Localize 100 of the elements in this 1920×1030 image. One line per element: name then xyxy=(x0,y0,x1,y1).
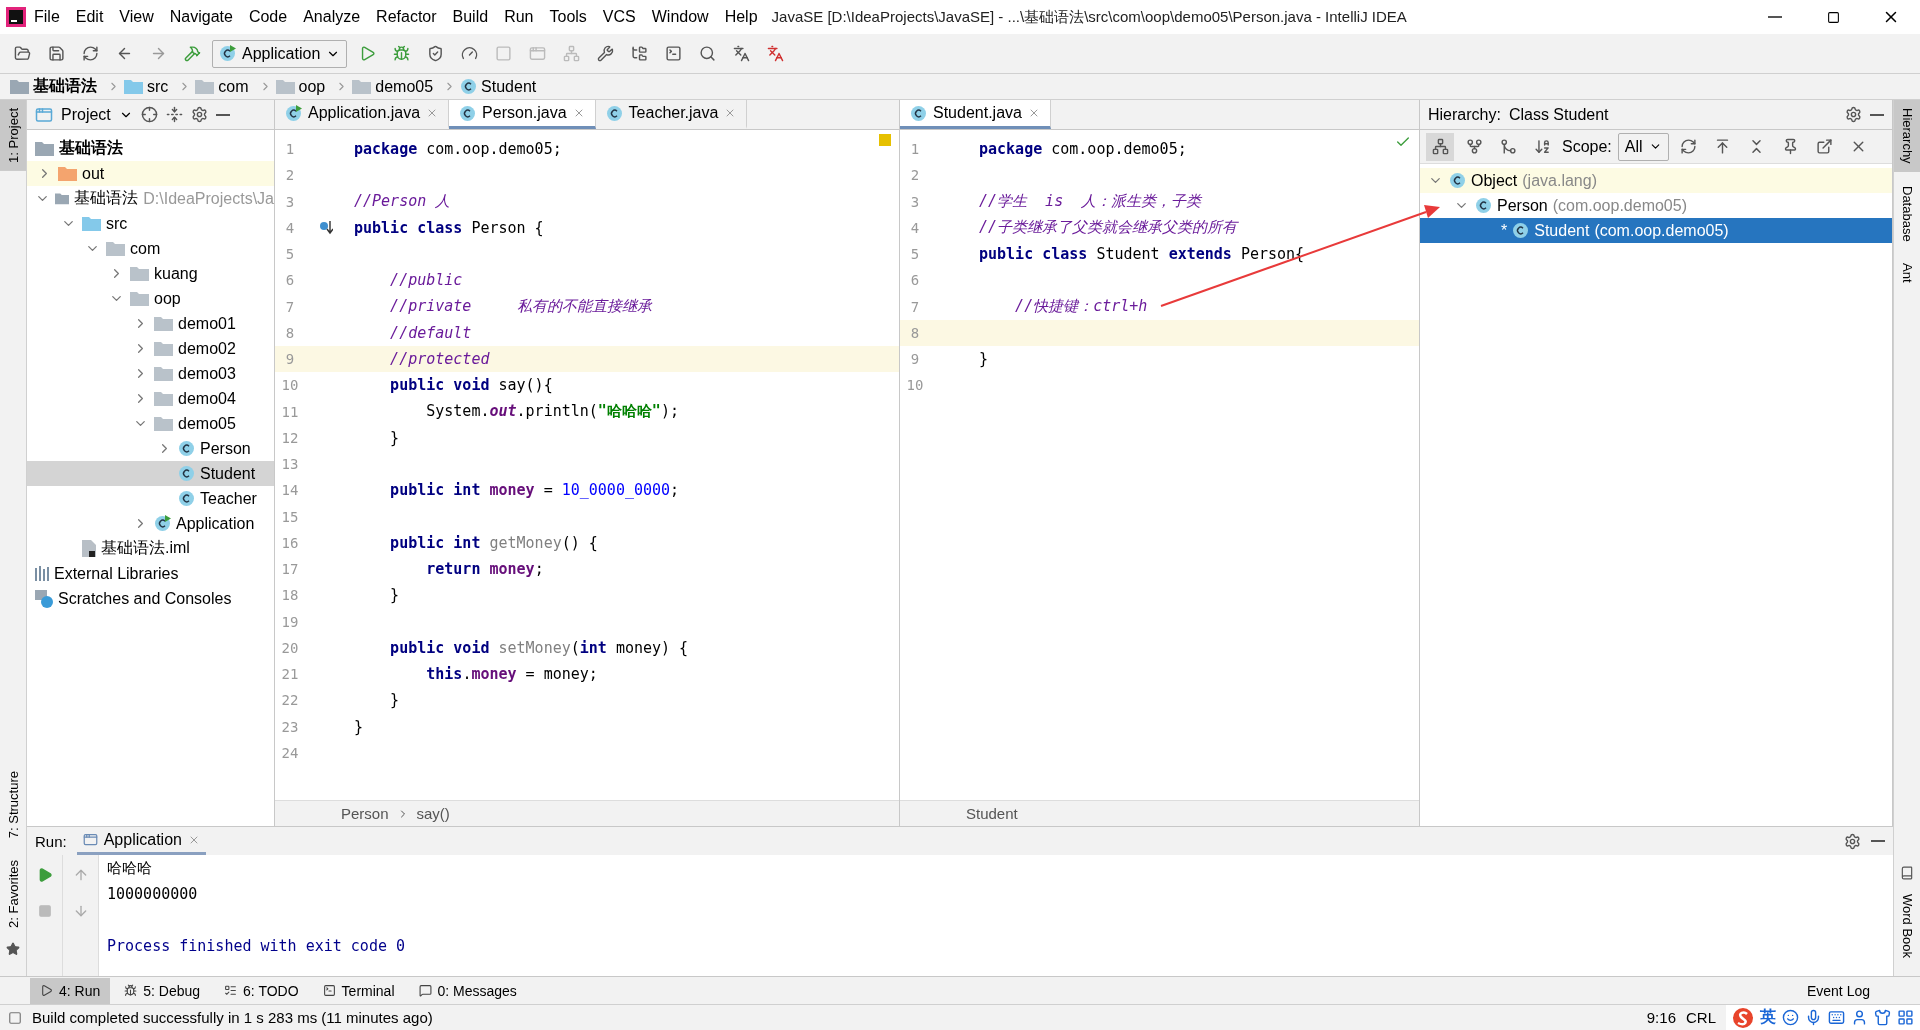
tool-window-tab[interactable]: Database xyxy=(1894,177,1920,250)
menu-item[interactable]: File xyxy=(26,8,68,26)
tool-window-tab[interactable]: Word Book xyxy=(1894,885,1920,966)
line-number: 5 xyxy=(284,246,296,263)
status-message: Build completed successfully in 1 s 283 ms (11 minutes ago) xyxy=(32,1009,433,1026)
stop-icon xyxy=(37,904,52,918)
menu-item[interactable]: Help xyxy=(716,8,766,26)
locate-icon[interactable] xyxy=(140,106,158,123)
open-folder-icon xyxy=(13,45,31,62)
scope-label: Scope: xyxy=(1562,137,1612,156)
breadcrumb[interactable]: Person xyxy=(341,805,389,822)
hide-icon[interactable] xyxy=(1870,113,1884,116)
class-icon xyxy=(1512,222,1530,239)
menu-item[interactable]: Navigate xyxy=(161,8,241,26)
tool-window-button[interactable]: 0: Messages xyxy=(408,977,527,1004)
settings-icon[interactable] xyxy=(190,106,208,123)
navigation-crumb[interactable]: demo05 xyxy=(352,77,440,96)
hierarchy-item[interactable]: * Student (com.oop.demo05) xyxy=(1420,218,1892,243)
module-folder-icon xyxy=(10,79,29,94)
tree-item[interactable]: Person xyxy=(27,436,274,461)
menu-item[interactable]: VCS xyxy=(594,8,644,26)
hide-icon[interactable] xyxy=(215,113,230,116)
menu-item[interactable]: Analyze xyxy=(295,8,369,26)
tree-item[interactable]: Scratches and Consoles xyxy=(27,586,274,611)
menu-item[interactable]: View xyxy=(111,8,162,26)
event-log-button[interactable]: Event Log xyxy=(1796,977,1880,1004)
code-token: out xyxy=(489,402,517,422)
menu-item[interactable]: Tools xyxy=(541,8,595,26)
hierarchy-item[interactable]: Person (com.oop.demo05) xyxy=(1420,193,1892,218)
tree-item[interactable]: demo05 xyxy=(27,411,274,436)
editor-tab[interactable]: Person.java xyxy=(449,100,596,129)
breadcrumb[interactable]: Student xyxy=(966,805,1018,822)
navigation-crumb[interactable]: src xyxy=(124,77,175,96)
tool-window-button[interactable]: Terminal xyxy=(312,977,405,1004)
input-mode[interactable]: 英 xyxy=(1760,1007,1776,1028)
tree-item[interactable]: Teacher xyxy=(27,486,274,511)
package-folder-icon xyxy=(154,416,173,431)
implemented-marker-icon[interactable] xyxy=(318,219,333,236)
tree-item[interactable]: src xyxy=(27,211,274,236)
collapse-icon[interactable] xyxy=(165,106,183,123)
tool-window-tab[interactable]: 7: Structure xyxy=(0,762,26,847)
emoji-icon[interactable] xyxy=(1782,1009,1799,1026)
tool-window-tab[interactable]: 2: Favorites xyxy=(0,852,26,936)
tree-item[interactable]: Student xyxy=(27,461,274,486)
tree-item[interactable]: Application xyxy=(27,511,274,536)
subtypes-button[interactable] xyxy=(1426,132,1454,161)
tree-item[interactable]: 基础语法.iml xyxy=(27,536,274,561)
tree-item[interactable]: 基础语法 xyxy=(27,136,274,161)
run-configuration-dropdown[interactable]: Application xyxy=(212,39,348,68)
editor-tab[interactable]: Student.java xyxy=(900,100,1051,129)
stop-icon xyxy=(494,45,512,62)
package-folder-icon xyxy=(195,79,215,94)
hierarchy-item[interactable]: Object (java.lang) xyxy=(1420,168,1892,193)
tool-window-tab[interactable]: Ant xyxy=(1894,255,1920,291)
tree-item[interactable]: demo01 xyxy=(27,311,274,336)
settings-icon[interactable] xyxy=(1845,106,1862,123)
tree-item[interactable]: oop xyxy=(27,286,274,311)
tree-item[interactable]: External Libraries xyxy=(27,561,274,586)
caret-position[interactable]: 9:16 xyxy=(1646,1009,1676,1026)
restore-icon xyxy=(1826,10,1840,24)
ime-logo-icon[interactable] xyxy=(1732,1006,1754,1029)
navigation-crumb[interactable]: Student xyxy=(460,77,543,96)
view-selector[interactable]: Project xyxy=(61,105,111,124)
keyboard-icon[interactable] xyxy=(1828,1009,1845,1026)
tree-item[interactable]: demo04 xyxy=(27,386,274,411)
tool-window-button[interactable]: 4: Run xyxy=(30,977,111,1004)
navigation-crumb[interactable]: oop xyxy=(275,77,332,96)
user-icon[interactable] xyxy=(1851,1009,1868,1026)
tool-window-button[interactable]: 5: Debug xyxy=(114,977,211,1004)
menu-item[interactable]: Window xyxy=(643,8,717,26)
line-number: 1 xyxy=(909,141,921,158)
settings-icon[interactable] xyxy=(1844,832,1861,850)
line-number: 21 xyxy=(280,666,300,683)
menu-item[interactable]: Code xyxy=(240,8,296,26)
breadcrumb[interactable]: say() xyxy=(416,805,450,822)
scope-dropdown[interactable]: All xyxy=(1617,132,1669,161)
line-separator[interactable]: CRL xyxy=(1686,1009,1716,1026)
tree-item[interactable]: demo03 xyxy=(27,361,274,386)
tree-item[interactable]: 基础语法 D:\IdeaProjects\Ja xyxy=(27,186,274,211)
navigation-crumb[interactable]: com xyxy=(195,77,255,96)
menu-item[interactable]: Edit xyxy=(67,8,112,26)
tree-item[interactable]: out xyxy=(27,161,274,186)
microphone-icon[interactable] xyxy=(1805,1009,1822,1026)
package-folder-icon xyxy=(154,391,173,406)
menu-item[interactable]: Run xyxy=(496,8,542,26)
menu-item[interactable]: Build xyxy=(444,8,497,26)
tree-item[interactable]: com xyxy=(27,236,274,261)
grid-icon[interactable] xyxy=(1897,1009,1914,1026)
libraries-icon xyxy=(35,566,49,581)
tree-item[interactable]: demo02 xyxy=(27,336,274,361)
shirt-icon[interactable] xyxy=(1874,1009,1891,1026)
status-toggle-icon[interactable] xyxy=(8,1010,22,1025)
menu-item[interactable]: Refactor xyxy=(368,8,445,26)
tree-item[interactable]: kuang xyxy=(27,261,274,286)
tool-window-tab[interactable]: Hierarchy xyxy=(1894,100,1920,172)
navigation-crumb[interactable]: 基础语法 xyxy=(10,76,103,97)
tool-window-tab[interactable]: 1: Project xyxy=(0,100,26,171)
code-token: Person { xyxy=(470,218,544,237)
warning-marker-icon[interactable] xyxy=(879,134,891,146)
tool-window-button[interactable]: 6: TODO xyxy=(214,977,309,1004)
